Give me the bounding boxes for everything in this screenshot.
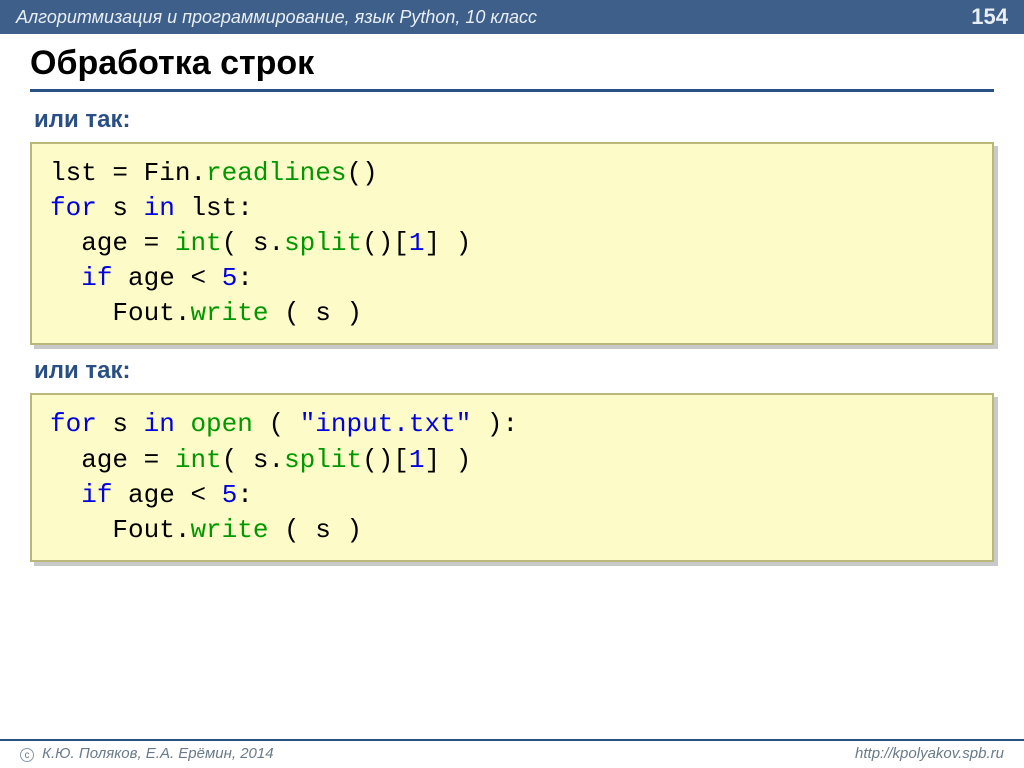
subheading-1: или так: — [34, 106, 994, 134]
copyright-icon: c — [20, 748, 34, 762]
code-block-2: for s in open ( "input.txt" ): age = int… — [30, 393, 994, 561]
slide-title: Обработка строк — [30, 44, 994, 92]
slide-content: Обработка строк или так: lst = Fin.readl… — [0, 34, 1024, 562]
page-number: 154 — [971, 4, 1008, 30]
footer-url: http://kpolyakov.spb.ru — [855, 745, 1004, 762]
code-block-1: lst = Fin.readlines() for s in lst: age … — [30, 142, 994, 345]
copyright-text: c К.Ю. Поляков, Е.А. Ерёмин, 2014 — [20, 745, 274, 762]
footer-bar: c К.Ю. Поляков, Е.А. Ерёмин, 2014 http:/… — [0, 739, 1024, 768]
subheading-2: или так: — [34, 357, 994, 385]
course-title: Алгоритмизация и программирование, язык … — [16, 7, 537, 28]
header-bar: Алгоритмизация и программирование, язык … — [0, 0, 1024, 34]
